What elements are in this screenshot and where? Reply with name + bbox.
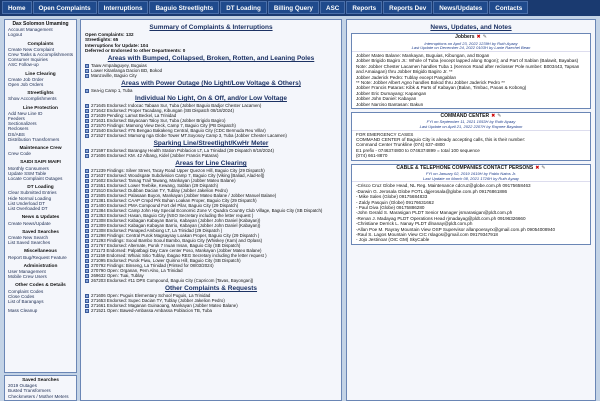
top-navigation: Home Open Complaints Interruptions Baguio S… <box>0 0 600 16</box>
news-box-title: Jobbers <box>455 34 475 41</box>
nav-news-updates[interactable]: News/Updates <box>433 1 489 14</box>
list-item-text: 271521 Open: Bawed-Ambassa Ambassa Pobla… <box>91 308 212 314</box>
nav-home[interactable]: Home <box>2 1 32 14</box>
sidebar-group: Line Clearing Create Job Order Open Job Or… <box>8 72 73 88</box>
edit-icon[interactable]: ✎ <box>497 113 501 119</box>
nav-contacts[interactable]: Contacts <box>489 1 529 14</box>
nav-dt-loading[interactable]: DT Loading <box>220 1 267 14</box>
sidebar: Dax Solomon Umaming Account Management Lo… <box>4 19 77 373</box>
list-item[interactable]: Sea-ig Camp 1, Tuba <box>85 88 337 93</box>
sidebar-link-report-bug-request-feature[interactable]: Report Bug/Request Feature <box>8 255 73 260</box>
complaint-icon <box>85 154 89 159</box>
sidebar-link-show-accomplishments[interactable]: Show Accomplishments <box>8 96 73 101</box>
news-panel: News, Updates, and Notes Jobbers ✖ ✎ Interr… <box>346 19 596 401</box>
sidebar-group: Mass Cleanup <box>8 308 73 313</box>
news-box-cable: CABLE & TELEPHONE COMPANIES CONTACT PERS… <box>351 163 591 245</box>
section-title: Areas with Bumped, Collapsed, Broken, Ro… <box>107 55 315 63</box>
summary-title: Summary of Complaints & Interruptions <box>149 24 273 31</box>
nav-baguio-streetlights[interactable]: Baguio Streetlights <box>149 1 220 14</box>
summary-line: Deferred or Endorsed to other Department… <box>85 47 186 53</box>
sidebar-link-asc-follow-up[interactable]: ASC Follow-up <box>8 62 73 67</box>
news-box-body: Jobber Mateo Balane: Mankayan, Buguias, … <box>352 51 590 108</box>
news-note: Jobber Narciso Bantasan: Bakun <box>356 101 424 107</box>
sidebar-group: Administration User Management Mobile Crew… <box>8 264 73 280</box>
news-box-command: COMMAND CENTER ✖ ✎ FYI on September 11, 202… <box>351 112 591 161</box>
news-note: Note: Jobber Chester Lacamen handles Tub… <box>356 63 580 75</box>
news-note: (074) 661-8870 <box>356 153 388 159</box>
sidebar-group: Streetlights Show Accomplishments <box>8 91 73 101</box>
news-box-title: CABLE & TELEPHONE COMPANIES CONTACT PERS… <box>396 164 534 171</box>
nav-billing-query[interactable]: Billing Query <box>267 1 320 14</box>
delete-icon[interactable]: ✖ <box>535 165 539 171</box>
list-item[interactable]: 267203 Endorsed: #11 DPS Compound, Bagui… <box>85 278 337 283</box>
section-title: Areas with Power Outage (No Light/Low Vo… <box>121 80 301 88</box>
section-title: Sparking Line/Streetlight/KwHr Meter <box>153 140 269 148</box>
news-box-body: -Crisco Cruz Globe Head, NL Reg. Mainten… <box>352 181 590 243</box>
sidebar-group: News & Updates Create News/Update <box>8 215 73 225</box>
sidebar-link-mass-cleanup[interactable]: Mass Cleanup <box>8 308 73 313</box>
section-title: Individual No Light, On & Off, and/or Lo… <box>135 95 287 103</box>
complaint-icon <box>85 309 89 314</box>
complaint-icon <box>85 134 89 139</box>
list-item-text: 267203 Endorsed: #11 DPS Compound, Bagui… <box>91 278 254 284</box>
delete-icon[interactable]: ✖ <box>491 113 495 119</box>
list-item[interactable]: Manzoville, Baguio City <box>85 73 337 78</box>
news-note: - Jojo Jestinoar (OIC GM) SkyCable <box>356 237 430 243</box>
nav-reports[interactable]: Reports <box>346 1 383 14</box>
sidebar-group: Saved Searches Create New Search List Save… <box>8 230 73 246</box>
summary-panel: Summary of Complaints & Interruptions Op… <box>80 19 342 401</box>
list-item[interactable]: 271606 Endorsed: KM. 42 Albang, Kidel (J… <box>85 153 337 158</box>
sidebar-group: Other Codes & Details Complaint Codes Clos… <box>8 283 73 304</box>
sidebar-link-create-news-update[interactable]: Create News/Update <box>8 221 73 226</box>
saved-searches-panel: Saved Searches 2019 Outages Busted Transf… <box>4 375 77 401</box>
list-item-text: Manzoville, Baguio City <box>91 73 137 79</box>
list-item[interactable]: 271527 Endorsed: Mamong nga Globe Tower … <box>85 133 337 138</box>
nav-open-complaints[interactable]: Open Complaints <box>32 1 97 14</box>
sidebar-link-open-job-orders[interactable]: Open Job Orders <box>8 82 73 87</box>
news-box-title: COMMAND CENTER <box>440 113 490 120</box>
sidebar-link-logout[interactable]: Logout <box>8 32 73 37</box>
sidebar-link-distribution-transformers[interactable]: Distribution Transformers <box>8 137 73 142</box>
sidebar-group: SAIDI SAIFI MAIFI Monthly Consumers Update… <box>8 160 73 181</box>
list-item-text: 271606 Endorsed: KM. 42 Albang, Kidel (J… <box>91 153 219 159</box>
complaint-icon <box>85 279 89 284</box>
sidebar-group: DT Loading Clear Submitted Entries Hide No… <box>8 185 73 211</box>
complaint-icon <box>85 74 89 79</box>
sidebar-link-list-of-barangays[interactable]: List of Barangays <box>8 299 73 304</box>
sidebar-group: Line Protection Add New Line ID Feeders Sec… <box>8 106 73 142</box>
nav-interruptions[interactable]: Interruptions <box>97 1 149 14</box>
sidebar-link-list-saved-searches[interactable]: List Saved Searches <box>8 240 73 245</box>
section-title: Areas for Line Clearing <box>175 160 247 168</box>
edit-icon[interactable]: ✎ <box>483 34 487 40</box>
sidebar-link-mobile-crew-users[interactable]: Mobile Crew Users <box>8 274 73 279</box>
sidebar-link-list-overloaded-dt[interactable]: List Overloaded DT <box>8 206 73 211</box>
sidebar-group: Miscellaneous Report Bug/Request Feature <box>8 249 73 259</box>
news-box-jobbers: Jobbers ✖ ✎ Interruptions on April 23, 2022… <box>351 33 591 110</box>
news-title: News, Updates, and Notes <box>430 24 512 31</box>
sidebar-link-crew-code[interactable]: Crew Code <box>8 151 73 156</box>
delete-icon[interactable]: ✖ <box>477 34 481 40</box>
list-item[interactable]: 271521 Open: Bawed-Ambassa Ambassa Pobla… <box>85 308 337 313</box>
complaint-icon <box>85 89 89 94</box>
list-item-text: 271527 Endorsed: Mamong nga Globe Tower … <box>91 133 287 139</box>
sidebar-group: Maintenance Crew Crew Code <box>8 146 73 156</box>
sidebar-group-title: Other Codes & Details <box>15 283 66 289</box>
sidebar-link-locate-complaint-outages[interactable]: Locate Complaint Outages <box>8 176 73 181</box>
nav-reports-dev[interactable]: Reports Dev <box>383 1 433 14</box>
nav-asc[interactable]: ASC <box>320 1 346 14</box>
saved-search-checkmeters-mother-meters[interactable]: Checkmeters / Mother Meters <box>8 394 73 399</box>
section-title: Other Complaints & Requests <box>164 285 258 293</box>
edit-icon[interactable]: ✎ <box>541 165 545 171</box>
sidebar-group: Complaints Create New Complaint Crew Tasks… <box>8 42 73 68</box>
news-box-body: FOR EMERGENCY CASES COMMAND CENTER of Bag… <box>352 129 590 160</box>
list-item-text: Sea-ig Camp 1, Tuba <box>91 88 133 94</box>
